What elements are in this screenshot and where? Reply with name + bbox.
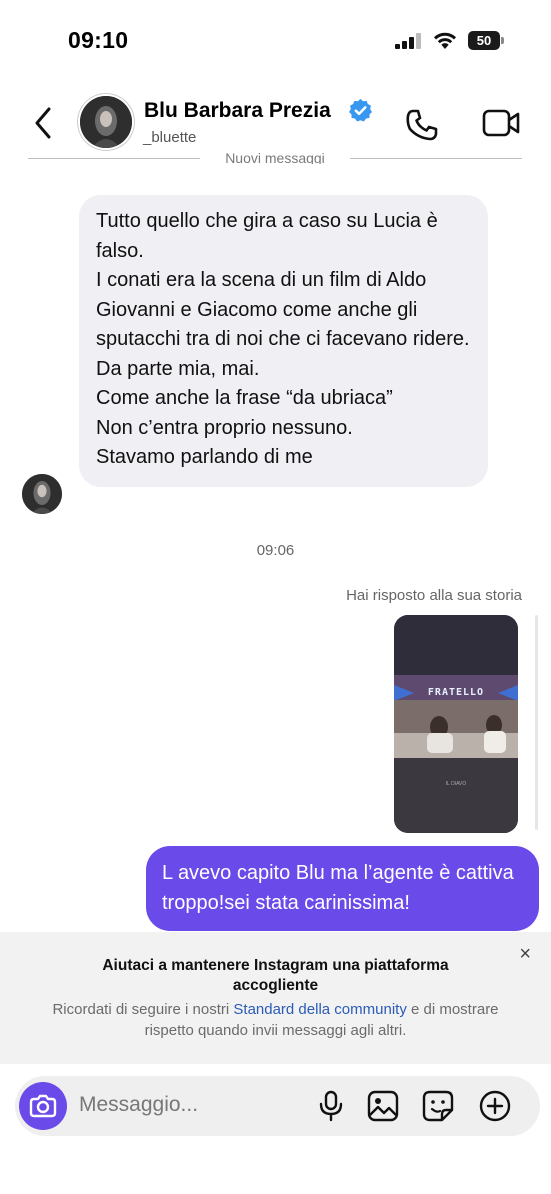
wifi-icon bbox=[434, 32, 456, 49]
message-line: Non c’entra proprio nessuno. bbox=[96, 416, 353, 439]
cellular-signal-icon bbox=[395, 33, 421, 49]
banner-text: Ricordati di seguire i nostri bbox=[52, 1001, 234, 1018]
sender-avatar[interactable] bbox=[22, 474, 62, 514]
avatar[interactable] bbox=[80, 96, 132, 148]
close-icon[interactable]: × bbox=[519, 944, 531, 964]
verified-badge-icon bbox=[349, 99, 372, 122]
story-banner-text: FRATELLO bbox=[427, 687, 485, 698]
story-image bbox=[394, 615, 518, 833]
back-chevron-icon[interactable] bbox=[32, 106, 54, 140]
story-thumbnail[interactable]: FRATELLO IL DIAVO bbox=[394, 615, 518, 833]
message-line: I conati era la scena di un film di Aldo… bbox=[96, 269, 470, 350]
camera-icon bbox=[29, 1094, 57, 1118]
microphone-icon[interactable] bbox=[316, 1090, 346, 1122]
sender-avatar-image bbox=[22, 474, 62, 514]
banner-title: Aiutaci a mantenere Instagram una piatta… bbox=[102, 957, 449, 994]
status-time: 09:10 bbox=[68, 27, 129, 53]
community-banner: Aiutaci a mantenere Instagram una piatta… bbox=[0, 932, 551, 1064]
banner-body: Ricordati di seguire i nostri Standard d… bbox=[40, 999, 511, 1041]
avatar-image bbox=[80, 96, 132, 148]
message-line: Da parte mia, mai. bbox=[96, 357, 260, 380]
sticker-icon[interactable] bbox=[422, 1090, 454, 1122]
video-camera-icon[interactable] bbox=[482, 108, 522, 138]
chat-header: Blu Barbara Prezia _bluette bbox=[0, 88, 551, 160]
new-messages-label: Nuovi messaggi bbox=[200, 152, 350, 164]
battery-tip bbox=[501, 37, 504, 44]
story-caption: IL DIAVO bbox=[445, 781, 467, 787]
phone-icon[interactable] bbox=[404, 107, 440, 143]
message-input[interactable]: Messaggio... bbox=[79, 1093, 198, 1117]
contact-username[interactable]: _bluette bbox=[143, 129, 196, 146]
message-line: Stavamo parlando di me bbox=[96, 446, 313, 468]
community-standards-link[interactable]: Standard della community bbox=[233, 1001, 406, 1018]
camera-button[interactable] bbox=[19, 1082, 67, 1130]
incoming-message-bubble[interactable]: Tutto quello che gira a caso su Lucia è … bbox=[79, 195, 488, 487]
message-composer: Messaggio... bbox=[15, 1076, 540, 1136]
story-scroll-indicator bbox=[535, 615, 538, 830]
status-bar: 09:10 50 bbox=[0, 0, 551, 80]
contact-name[interactable]: Blu Barbara Prezia bbox=[144, 99, 331, 123]
message-timestamp: 09:06 bbox=[256, 542, 295, 559]
message-line: Tutto quello che gira a caso su Lucia è … bbox=[96, 210, 438, 262]
message-line: Come anche la frase “da ubriaca” bbox=[96, 387, 393, 409]
battery-level: 50 bbox=[468, 31, 500, 50]
add-icon[interactable] bbox=[479, 1090, 511, 1122]
story-reply-note: Hai risposto alla sua storia bbox=[346, 587, 522, 604]
gallery-icon[interactable] bbox=[367, 1090, 399, 1122]
outgoing-message-bubble[interactable]: L avevo capito Blu ma l’agente è cattiva… bbox=[146, 846, 539, 931]
